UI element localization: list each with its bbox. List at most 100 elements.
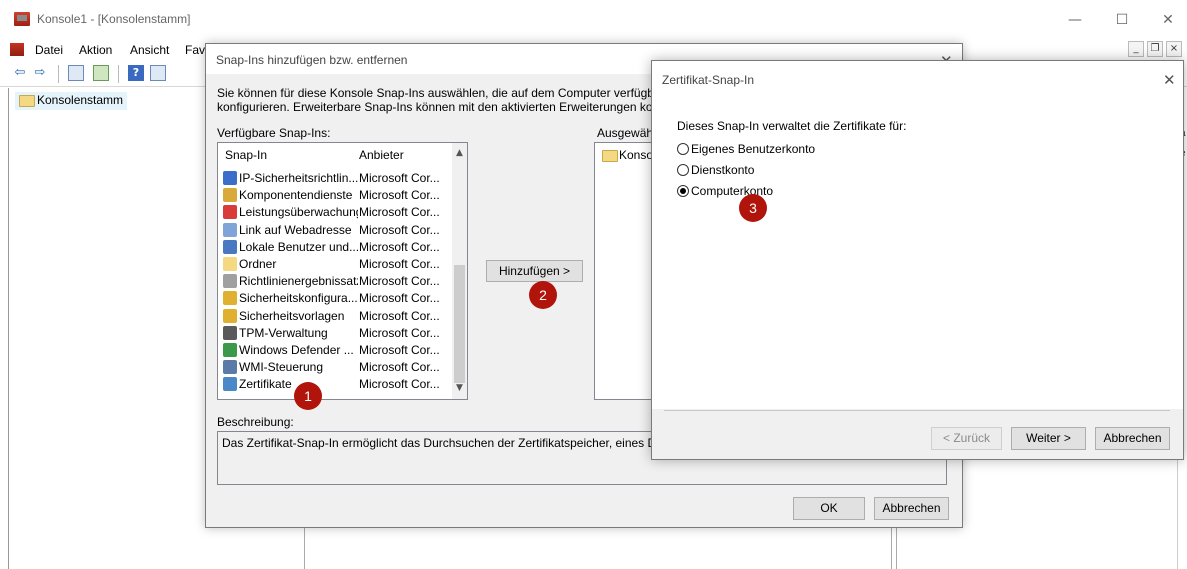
tpm-icon	[223, 325, 237, 340]
snapin-name: Sicherheitsvorlagen	[239, 308, 345, 323]
performance-monitor-icon	[223, 205, 237, 220]
back-button[interactable]: < Zurück	[931, 427, 1002, 450]
radio-button[interactable]	[677, 185, 689, 197]
available-snapins-list[interactable]: Snap-In Anbieter IP-Sicherheitsrichtlin.…	[217, 142, 468, 400]
forward-arrow-icon[interactable]: ⇨	[32, 65, 48, 81]
radio-button[interactable]	[677, 164, 689, 176]
add-button[interactable]: Hinzufügen >	[486, 260, 583, 282]
snapin-name: Ordner	[239, 257, 277, 271]
snapin-vendor: Microsoft Cor...	[359, 291, 440, 306]
radio-button[interactable]	[677, 143, 689, 155]
action-pane-icon[interactable]	[150, 65, 166, 81]
dialog-close-button[interactable]: ✕	[1163, 71, 1176, 89]
column-header-vendor[interactable]: Anbieter	[359, 148, 404, 162]
policy-result-icon	[223, 274, 237, 289]
folder-icon	[223, 257, 237, 271]
pane-border	[891, 528, 892, 569]
menu-datei[interactable]: Datei	[35, 43, 63, 57]
snapin-row[interactable]: Komponentendienste Microsoft Cor...	[218, 187, 452, 204]
snapin-row[interactable]: WMI-Steuerung Microsoft Cor...	[218, 359, 452, 376]
local-users-icon	[223, 239, 237, 254]
close-button[interactable]: ✕	[1153, 8, 1183, 32]
tree-item-label: Konsolenstamm	[37, 93, 124, 107]
dialog-titlebar: Zertifikat-Snap-In ✕	[652, 61, 1183, 97]
radio-label: Eigenes Benutzerkonto	[691, 142, 816, 156]
snapin-vendor: Microsoft Cor...	[359, 222, 440, 237]
column-header-snapin[interactable]: Snap-In	[225, 148, 267, 162]
component-services-icon	[223, 188, 237, 203]
step-badge-3: 3	[739, 194, 767, 222]
step-badge-1: 1	[294, 382, 322, 410]
snapin-name: Richtlinienergebnissatz	[239, 274, 358, 289]
snapin-vendor: Microsoft Cor...	[359, 360, 440, 375]
certificate-snapin-dialog: Zertifikat-Snap-In ✕ Dieses Snap-In verw…	[651, 60, 1184, 460]
minimize-button[interactable]: —	[1060, 8, 1090, 32]
selected-snapins-list[interactable]: Konsol	[594, 142, 656, 400]
list-scrollbar[interactable]: ▲ ▼	[452, 143, 467, 399]
dialog-intro-line: Sie können für diese Konsole Snap-Ins au…	[217, 86, 657, 100]
window-title: Konsole1 - [Konsolenstamm]	[37, 12, 191, 26]
description-label: Beschreibung:	[217, 415, 294, 429]
cancel-button[interactable]: Abbrechen	[874, 497, 949, 520]
snapin-name: TPM-Verwaltung	[239, 325, 328, 340]
scroll-up-icon[interactable]: ▲	[452, 146, 467, 161]
help-icon[interactable]: ?	[128, 65, 144, 81]
mdi-restore-button[interactable]: ❐	[1147, 41, 1163, 57]
tree-item-konsolenstamm[interactable]: Konsolenstamm	[15, 92, 128, 110]
console-tree-icon[interactable]	[68, 65, 84, 81]
cert-prompt-text: Dieses Snap-In verwaltet die Zertifikate…	[677, 119, 907, 133]
snapin-row[interactable]: Lokale Benutzer und... Microsoft Cor...	[218, 239, 452, 256]
snapin-row[interactable]: Leistungsüberwachung Microsoft Cor...	[218, 204, 452, 221]
export-icon[interactable]	[93, 65, 109, 81]
defender-icon	[223, 343, 237, 357]
snapin-name: WMI-Steuerung	[239, 360, 324, 375]
dialog-title: Snap-Ins hinzufügen bzw. entfernen	[216, 53, 408, 67]
cancel-button[interactable]: Abbrechen	[1095, 427, 1170, 450]
console-menu-icon[interactable]	[10, 43, 24, 56]
snapin-row[interactable]: IP-Sicherheitsrichtlin... Microsoft Cor..…	[218, 170, 452, 187]
snapin-name: Lokale Benutzer und...	[239, 239, 358, 254]
snapin-row[interactable]: Sicherheitsvorlagen Microsoft Cor...	[218, 308, 452, 325]
toolbar-separator	[58, 65, 59, 83]
scroll-thumb[interactable]	[454, 265, 465, 383]
ip-security-icon	[223, 171, 237, 185]
snapin-row[interactable]: Zertifikate Microsoft Cor...	[218, 376, 452, 393]
available-snapins-label: Verfügbare Snap-Ins:	[217, 126, 331, 140]
dialog-body: Dieses Snap-In verwaltet die Zertifikate…	[652, 97, 1183, 409]
snapin-name: Link auf Webadresse	[239, 222, 352, 237]
ok-button[interactable]: OK	[793, 497, 865, 520]
dialog-title: Zertifikat-Snap-In	[662, 73, 755, 87]
web-link-icon	[223, 222, 237, 237]
toolbar-separator	[118, 65, 119, 83]
snapin-row[interactable]: Link auf Webadresse Microsoft Cor...	[218, 222, 452, 239]
snapin-vendor: Microsoft Cor...	[359, 377, 440, 392]
folder-icon	[602, 150, 618, 162]
menu-ansicht[interactable]: Ansicht	[130, 43, 169, 57]
snapin-name: Komponentendienste	[239, 188, 353, 203]
snapin-row[interactable]: TPM-Verwaltung Microsoft Cor...	[218, 325, 452, 342]
selected-snapins-label: Ausgewähl	[597, 126, 656, 140]
mdi-minimize-button[interactable]: _	[1128, 41, 1144, 57]
back-arrow-icon[interactable]: ⇦	[12, 65, 28, 81]
menu-favoriten[interactable]: Fav	[185, 43, 205, 57]
folder-icon	[19, 95, 35, 107]
menu-aktion[interactable]: Aktion	[79, 43, 112, 57]
snapin-name: Leistungsüberwachung	[239, 205, 358, 220]
snapin-vendor: Microsoft Cor...	[359, 325, 440, 340]
next-button[interactable]: Weiter >	[1011, 427, 1086, 450]
radio-label: Dienstkonto	[691, 163, 755, 177]
snapin-row[interactable]: Sicherheitskonfigura... Microsoft Cor...	[218, 290, 452, 307]
mdi-close-button[interactable]: ×	[1166, 41, 1182, 57]
selected-item-konsolenstamm[interactable]: Konsol	[601, 148, 656, 162]
snapin-row[interactable]: Windows Defender ... Microsoft Cor...	[218, 342, 452, 359]
snapin-row[interactable]: Richtlinienergebnissatz Microsoft Cor...	[218, 273, 452, 290]
snapin-row[interactable]: Ordner Microsoft Cor...	[218, 256, 452, 273]
maximize-button[interactable]: ☐	[1107, 8, 1137, 32]
dialog-separator	[664, 410, 1170, 411]
snapin-vendor: Microsoft Cor...	[359, 239, 440, 254]
snapin-vendor: Microsoft Cor...	[359, 205, 440, 220]
pane-border	[304, 528, 305, 569]
snapin-name: IP-Sicherheitsrichtlin...	[239, 171, 358, 185]
security-templates-icon	[223, 308, 237, 323]
scroll-down-icon[interactable]: ▼	[452, 381, 467, 396]
